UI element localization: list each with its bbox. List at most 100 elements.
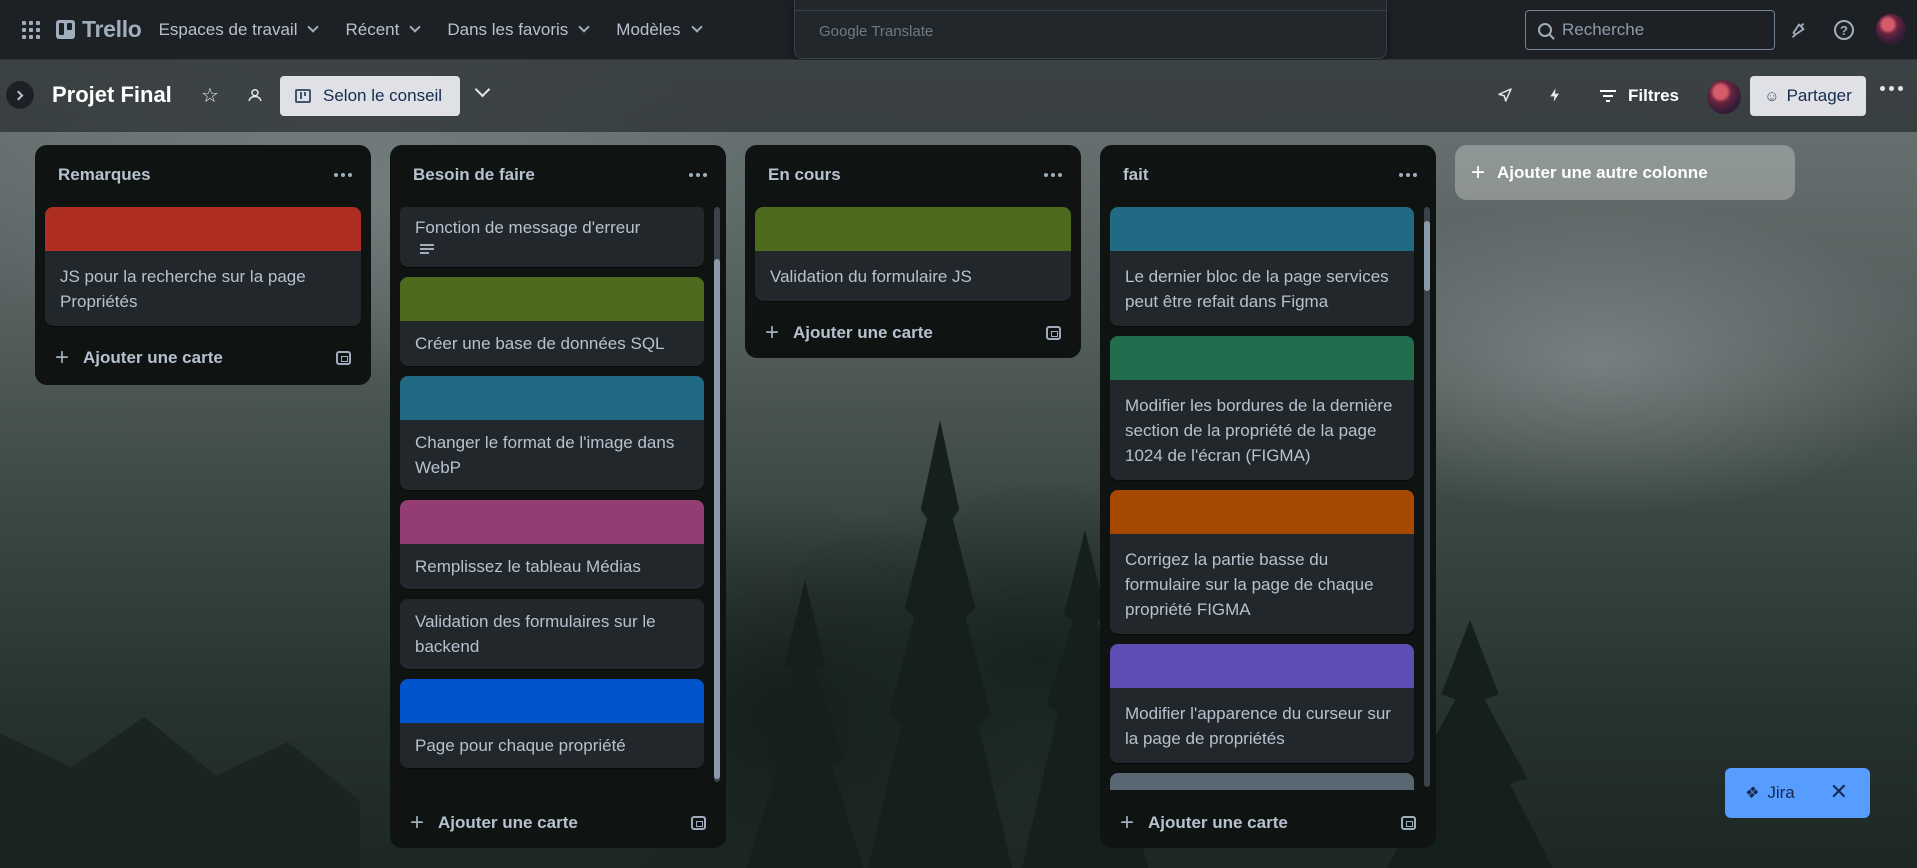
template-icon[interactable] [1401, 816, 1416, 830]
card-cover [45, 207, 361, 251]
nav-workspaces[interactable]: Espaces de travail [148, 10, 329, 50]
jira-widget[interactable]: ❖ Jira ✕ [1725, 768, 1870, 818]
board-title[interactable]: Projet Final [52, 82, 172, 108]
card[interactable]: Créer une base de données SQL [400, 277, 704, 366]
card-title: Changer le format de l'image dans WebP [415, 433, 675, 477]
card-title: JS pour la recherche sur la page Proprié… [60, 267, 306, 311]
add-card-button[interactable]: + Ajouter une carte [45, 336, 361, 380]
card-container: JS pour la recherche sur la page Proprié… [35, 207, 371, 336]
card[interactable]: Changer le format de l'image dans WebP [400, 376, 704, 490]
list-menu-icon[interactable] [689, 173, 707, 177]
chevron-right-icon [13, 90, 24, 100]
add-card-label: Ajouter une carte [438, 813, 578, 832]
scrollbar-thumb[interactable] [714, 259, 720, 779]
logo-text: Trello [82, 16, 142, 42]
scrollbar-thumb[interactable] [1424, 221, 1430, 291]
card-title: Créer une base de données SQL [415, 334, 665, 353]
jira-label: Jira [1767, 783, 1795, 802]
filters-button[interactable]: Filtres [1600, 80, 1679, 112]
add-member-icon: ☺ [1764, 87, 1780, 105]
rocket-icon[interactable] [1490, 80, 1520, 110]
card[interactable]: Validation des formulaires sur le backen… [400, 599, 704, 669]
avatar[interactable] [1876, 14, 1906, 44]
card[interactable]: Corrigez la partie basse du formulaire s… [1110, 490, 1414, 634]
card[interactable]: Validation du formulaire JS [755, 207, 1071, 301]
card-cover [400, 277, 704, 321]
template-icon[interactable] [336, 351, 351, 365]
help-icon[interactable]: ? [1834, 20, 1854, 40]
nav-starred[interactable]: Dans les favoris [436, 10, 599, 50]
tree-silhouette [746, 580, 864, 868]
automation-bolt-icon[interactable] [1540, 80, 1570, 110]
search-input[interactable] [1562, 20, 1752, 40]
notification-bell-icon[interactable] [1787, 18, 1811, 42]
card[interactable]: Modifier les bordures de la dernière sec… [1110, 336, 1414, 480]
board-view-label: Selon le conseil [323, 86, 443, 105]
board-view-button[interactable]: Selon le conseil [280, 76, 460, 116]
apps-grid-icon[interactable] [20, 19, 42, 41]
plus-icon: + [410, 809, 425, 836]
list-scrollbar[interactable] [714, 207, 720, 782]
card-cover [1110, 773, 1414, 790]
add-card-button[interactable]: + Ajouter une carte [400, 801, 716, 845]
template-icon[interactable] [1046, 326, 1061, 340]
list-menu-icon[interactable] [1399, 173, 1417, 177]
search-box[interactable] [1525, 10, 1775, 50]
list-header: fait [1100, 145, 1436, 207]
card[interactable]: Fonction de message d'erreur [400, 207, 704, 267]
sidebar-toggle-button[interactable] [5, 80, 35, 110]
add-card-button[interactable]: + Ajouter une carte [755, 311, 1071, 355]
card-cover [1110, 336, 1414, 380]
list-remarques: Remarques JS pour la recherche sur la pa… [35, 145, 371, 385]
list-title[interactable]: fait [1123, 165, 1149, 185]
list-title[interactable]: Remarques [58, 165, 151, 185]
nav-recent[interactable]: Récent [334, 10, 430, 50]
card-cover [400, 500, 704, 544]
card-container: Fonction de message d'erreur Créer une b… [390, 207, 726, 787]
card-cover [1110, 644, 1414, 688]
tree-silhouette [868, 420, 1012, 868]
plus-icon: + [55, 344, 70, 371]
list-title[interactable]: Besoin de faire [413, 165, 535, 185]
card[interactable]: Le dernier bloc de la page services peut… [1110, 207, 1414, 326]
card-container: Validation du formulaire JS [745, 207, 1081, 311]
nav-recent-label: Récent [345, 19, 400, 39]
workspace-visibility-icon[interactable] [240, 80, 270, 110]
card[interactable]: JS pour la recherche sur la page Proprié… [45, 207, 361, 326]
nav-workspaces-label: Espaces de travail [158, 19, 298, 39]
filters-label: Filtres [1628, 86, 1680, 105]
more-icon[interactable] [1880, 86, 1903, 91]
chevron-down-icon [690, 21, 703, 33]
list-title[interactable]: En cours [768, 165, 841, 185]
card-title: Modifier l'apparence du curseur sur la p… [1125, 704, 1391, 748]
share-button[interactable]: ☺ Partager [1750, 76, 1866, 116]
card-title: Page pour chaque propriété [415, 736, 626, 755]
star-icon[interactable]: ☆ [195, 80, 225, 110]
trello-logo[interactable]: Trello [56, 16, 142, 43]
google-translate-label: Google Translate [819, 23, 934, 40]
chevron-down-icon [578, 21, 590, 33]
card[interactable]: Modifier l'apparence du curseur sur la p… [1110, 644, 1414, 763]
member-avatar[interactable] [1707, 80, 1741, 114]
list-fait: fait Le dernier bloc de la page services… [1100, 145, 1436, 848]
nav-templates[interactable]: Modèles [605, 10, 711, 50]
add-card-label: Ajouter une carte [1148, 813, 1288, 832]
add-card-button[interactable]: + Ajouter une carte [1110, 801, 1426, 845]
chevron-down-icon[interactable] [474, 81, 491, 98]
card-title: Validation des formulaires sur le backen… [415, 612, 656, 656]
board-view-icon [295, 89, 311, 103]
add-list-button[interactable]: + Ajouter une autre colonne [1455, 145, 1795, 200]
close-icon[interactable]: ✕ [1830, 781, 1848, 803]
card-cover [400, 376, 704, 420]
card[interactable]: Page pour chaque propriété [400, 679, 704, 768]
list-scrollbar[interactable] [1424, 207, 1430, 787]
card-title: Validation du formulaire JS [770, 267, 972, 286]
list-menu-icon[interactable] [334, 173, 352, 177]
filter-icon [1600, 90, 1616, 102]
plus-icon: + [1120, 809, 1135, 836]
nav-templates-label: Modèles [616, 19, 681, 39]
card[interactable]: Remplissez le tableau Médias [400, 500, 704, 589]
list-menu-icon[interactable] [1044, 173, 1062, 177]
card[interactable] [1110, 773, 1414, 790]
template-icon[interactable] [691, 816, 706, 830]
